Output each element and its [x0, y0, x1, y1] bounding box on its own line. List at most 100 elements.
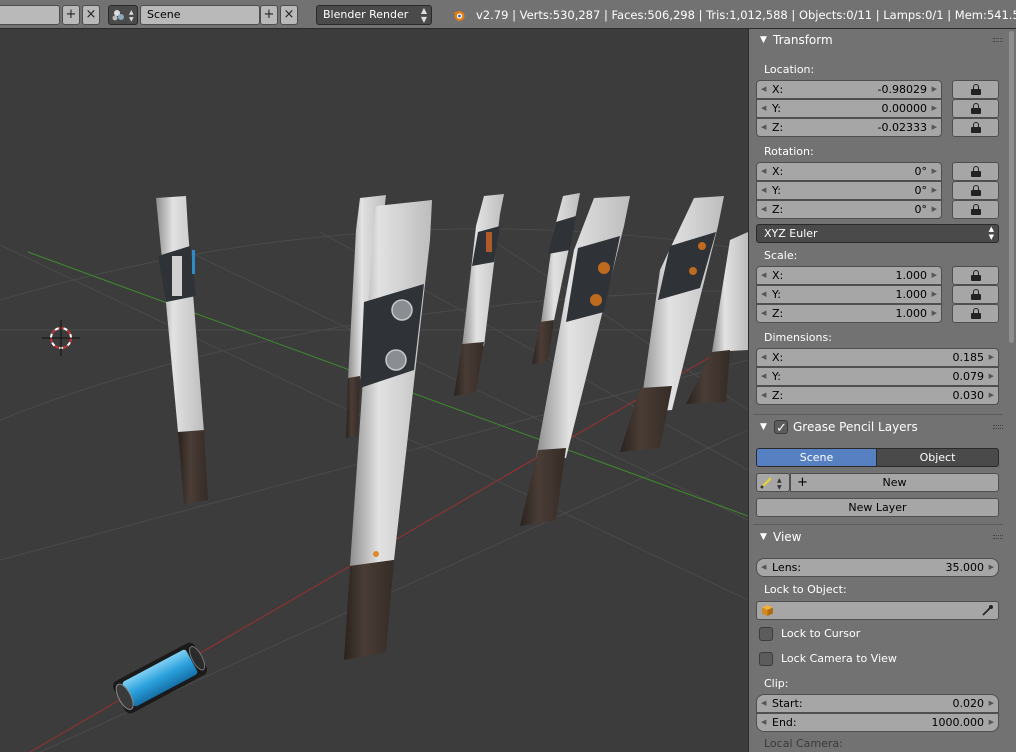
clip-label: Clip: — [764, 677, 789, 690]
lens-field[interactable]: ◀ Lens: 35.000 ▶ — [756, 558, 999, 577]
delete-screen-button[interactable]: × — [82, 5, 100, 25]
lock-location-x-button[interactable] — [952, 80, 999, 99]
panel-title: Grease Pencil Layers — [793, 420, 918, 434]
lock-icon — [970, 185, 981, 196]
add-icon: + — [65, 7, 77, 22]
panel-title: Transform — [773, 33, 833, 47]
sidebar-scrollbar[interactable] — [1009, 31, 1014, 343]
close-icon: × — [283, 7, 295, 22]
lock-location-z-button[interactable] — [952, 118, 999, 137]
location-y-field[interactable]: ◀ Y: 0.00000 ▶ — [756, 99, 942, 118]
battery-object — [113, 642, 207, 714]
lock-scale-z-button[interactable] — [952, 304, 999, 323]
lock-rotation-z-button[interactable] — [952, 200, 999, 219]
scene-name-field[interactable]: Scene — [140, 5, 260, 25]
lock-rotation-y-button[interactable] — [952, 181, 999, 200]
render-engine-label: Blender Render — [323, 8, 409, 21]
scale-z-field[interactable]: ◀ Z: 1.000 ▶ — [756, 304, 942, 323]
lock-icon — [970, 204, 981, 215]
delineator-post — [454, 194, 504, 396]
svg-text:▼: ▼ — [777, 484, 782, 491]
lock-icon — [970, 289, 981, 300]
close-icon: × — [85, 7, 97, 22]
new-label: New — [882, 476, 907, 489]
properties-sidebar: ▼ Transform Location: ◀ X: -0.98029 ▶ ◀ Y: 0.… — [748, 29, 1016, 752]
transform-panel-header[interactable]: ▼ Transform — [753, 29, 1003, 51]
disclosure-triangle-icon: ▼ — [760, 35, 767, 45]
lock-icon — [970, 308, 981, 319]
chevron-updown-icon: ▲ ▼ — [420, 6, 427, 24]
svg-text:▼: ▼ — [129, 16, 134, 23]
viewport-scene — [0, 193, 748, 752]
svg-text:▲: ▲ — [129, 9, 134, 16]
rotation-x-field[interactable]: ◀ X: 0° ▶ — [756, 162, 942, 181]
rotation-mode-dropdown[interactable]: XYZ Euler ▲ ▼ — [756, 224, 999, 243]
3d-cursor-icon — [42, 320, 80, 356]
drag-grip-icon[interactable] — [993, 535, 1003, 539]
panel-title: View — [773, 530, 802, 544]
grease-pencil-browse-button[interactable]: ▲ ▼ — [756, 473, 790, 492]
new-layer-button[interactable]: New Layer — [756, 498, 999, 517]
tab-scene[interactable]: Scene — [756, 448, 877, 467]
add-scene-button[interactable]: + — [260, 5, 278, 25]
dimensions-z-field[interactable]: ◀ Z: 0.030 ▶ — [756, 386, 999, 405]
new-grease-pencil-button[interactable]: + New — [790, 473, 999, 492]
scale-y-field[interactable]: ◀ Y: 1.000 ▶ — [756, 285, 942, 304]
blender-logo-icon — [452, 11, 465, 21]
location-z-field[interactable]: ◀ Z: -0.02333 ▶ — [756, 118, 942, 137]
scale-label: Scale: — [764, 249, 798, 262]
rotation-y-field[interactable]: ◀ Y: 0° ▶ — [756, 181, 942, 200]
lock-to-cursor-checkbox[interactable] — [759, 627, 773, 641]
eyedropper-icon[interactable] — [981, 604, 994, 617]
lock-camera-to-view-checkbox[interactable] — [759, 652, 773, 666]
lock-scale-y-button[interactable] — [952, 285, 999, 304]
delineator-post — [156, 196, 208, 504]
drag-grip-icon[interactable] — [993, 38, 1003, 42]
clip-end-field[interactable]: ◀ End: 1000.000 ▶ — [756, 713, 999, 732]
dimensions-x-field[interactable]: ◀ X: 0.185 ▶ — [756, 348, 999, 367]
lock-to-cursor-label: Lock to Cursor — [781, 627, 861, 640]
scene-statistics: v2.79 | Verts:530,287 | Faces:506,298 | … — [476, 8, 1016, 22]
rotation-mode-value: XYZ Euler — [764, 227, 818, 240]
delete-scene-button[interactable]: × — [280, 5, 298, 25]
panel-divider — [753, 414, 1003, 415]
lock-rotation-x-button[interactable] — [952, 162, 999, 181]
location-label: Location: — [764, 63, 815, 76]
location-x-field[interactable]: ◀ X: -0.98029 ▶ — [756, 80, 942, 99]
delineator-post — [620, 196, 724, 452]
3d-viewport[interactable] — [0, 29, 748, 752]
lock-location-y-button[interactable] — [952, 99, 999, 118]
lock-to-object-field[interactable] — [756, 601, 999, 620]
lock-icon — [970, 122, 981, 133]
cube-icon — [762, 605, 773, 616]
scale-x-field[interactable]: ◀ X: 1.000 ▶ — [756, 266, 942, 285]
tab-object[interactable]: Object — [876, 448, 999, 467]
chevron-updown-icon: ▲ ▼ — [988, 225, 994, 241]
drag-grip-icon[interactable] — [993, 425, 1003, 429]
lock-scale-x-button[interactable] — [952, 266, 999, 285]
local-camera-label: Local Camera: — [764, 737, 843, 750]
info-header: + × ▲ ▼ Scene + × Blender Render ▲ ▼ v2.79… — [0, 0, 1016, 29]
add-icon: + — [797, 475, 808, 490]
lock-icon — [970, 270, 981, 281]
rotation-z-field[interactable]: ◀ Z: 0° ▶ — [756, 200, 942, 219]
dimensions-y-field[interactable]: ◀ Y: 0.079 ▶ — [756, 367, 999, 386]
grease-pencil-panel-header[interactable]: ▼ Grease Pencil Layers — [753, 416, 1003, 440]
lock-to-object-label: Lock to Object: — [764, 583, 847, 596]
svg-text:▲: ▲ — [777, 477, 782, 484]
grease-pencil-enable-checkbox[interactable] — [774, 418, 788, 440]
clip-start-field[interactable]: ◀ Start: 0.020 ▶ — [756, 694, 999, 713]
add-screen-button[interactable]: + — [62, 5, 80, 25]
lock-icon — [970, 103, 981, 114]
scene-browse-button[interactable]: ▲ ▼ — [108, 5, 138, 25]
lock-camera-to-view-label: Lock Camera to View — [781, 652, 897, 665]
lock-icon — [970, 84, 981, 95]
render-engine-dropdown[interactable]: Blender Render ▲ ▼ — [316, 5, 432, 25]
view-panel-header[interactable]: ▼ View — [753, 526, 1003, 548]
screen-layout-field[interactable] — [0, 5, 60, 25]
scene-type-icon: ▲▼ — [112, 9, 134, 23]
disclosure-triangle-icon: ▼ — [760, 532, 767, 542]
lock-icon — [970, 166, 981, 177]
panel-divider — [753, 524, 1003, 525]
add-icon: + — [263, 7, 275, 22]
